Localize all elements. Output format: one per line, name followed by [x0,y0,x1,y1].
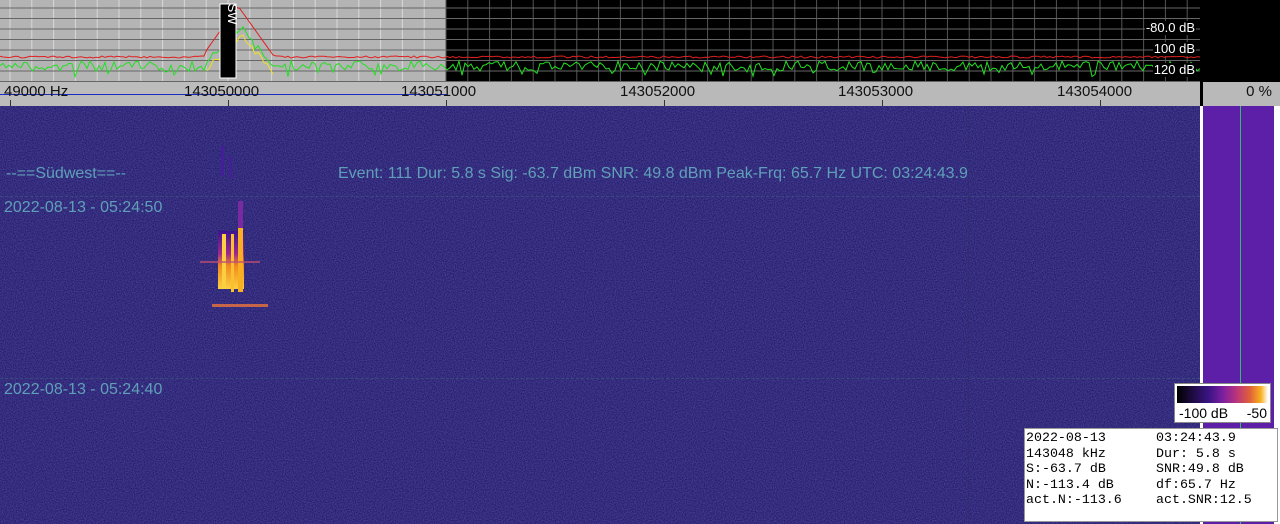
freq-tick-label: 143052000 [620,83,696,100]
color-scale-legend: -100 dB -50 [1174,383,1271,423]
freq-tick-label: 143050000 [184,83,260,100]
spectrum-grid [0,0,1200,82]
freq-grid-line [968,106,969,524]
spectrum-plot: SW [0,0,1200,82]
info-value: Dur: 5.8 s [1156,445,1236,461]
marker-label: SW [225,4,240,26]
freq-tick-label: 143051000 [401,83,477,100]
info-row: 143048 kHz Dur: 5.8 s [1026,446,1277,462]
event-info-panel: 2022-08-13 03:24:43.9 143048 kHz Dur: 5.8 … [1024,428,1278,522]
color-gradient [1177,386,1268,403]
info-row: act.N:-113.6 act.SNR:12.5 [1026,492,1277,508]
freq-tick-label: 143053000 [838,83,914,100]
info-value: df:65.7 Hz [1156,476,1236,492]
info-value: N:-113.4 dB [1026,476,1114,492]
info-row: N:-113.4 dB df:65.7 Hz [1026,477,1277,493]
event-summary: Event: 111 Dur: 5.8 s Sig: -63.7 dBm SNR… [338,165,968,182]
frequency-axis[interactable]: 49000 Hz 143050000 143051000 143052000 1… [0,82,1200,106]
freq-tick-label: 143054000 [1057,83,1133,100]
level-header [1200,0,1280,82]
db-scale-label: -80.0 dB [1144,20,1196,35]
info-value: act.N:-113.6 [1026,492,1122,507]
waterfall-display[interactable]: --==Südwest==-- Event: 111 Dur: 5.8 s Si… [0,106,1200,524]
time-grid-line [0,378,1200,379]
info-row: 2022-08-13 03:24:43.9 [1026,430,1277,446]
info-value: 03:24:43.9 [1156,430,1236,445]
info-value: SNR:49.8 dB [1156,461,1244,476]
station-name: --==Südwest==-- [6,165,127,182]
info-value: 143048 kHz [1026,445,1106,461]
timestamp-label: 2022-08-13 - 05:24:40 [4,381,163,398]
db-scale-label: 120 dB [1152,62,1196,77]
info-value: act.SNR:12.5 [1156,492,1252,507]
legend-min-label: -100 dB [1179,405,1229,421]
info-value: 2022-08-13 [1026,430,1106,445]
info-value: S:-63.7 dB [1026,461,1106,476]
time-grid-line [0,196,1200,197]
timestamp-label: 2022-08-13 - 05:24:50 [4,199,163,216]
info-row: S:-63.7 dB SNR:49.8 dB [1026,461,1277,477]
legend-max-label: -50 [1246,405,1267,421]
freq-tick-label: 49000 Hz [4,83,69,100]
spectrum-display[interactable]: SW -80.0 dB 100 dB 120 dB [0,0,1200,82]
level-percent: 0 % [1203,82,1280,106]
db-scale-label: 100 dB [1152,41,1196,56]
